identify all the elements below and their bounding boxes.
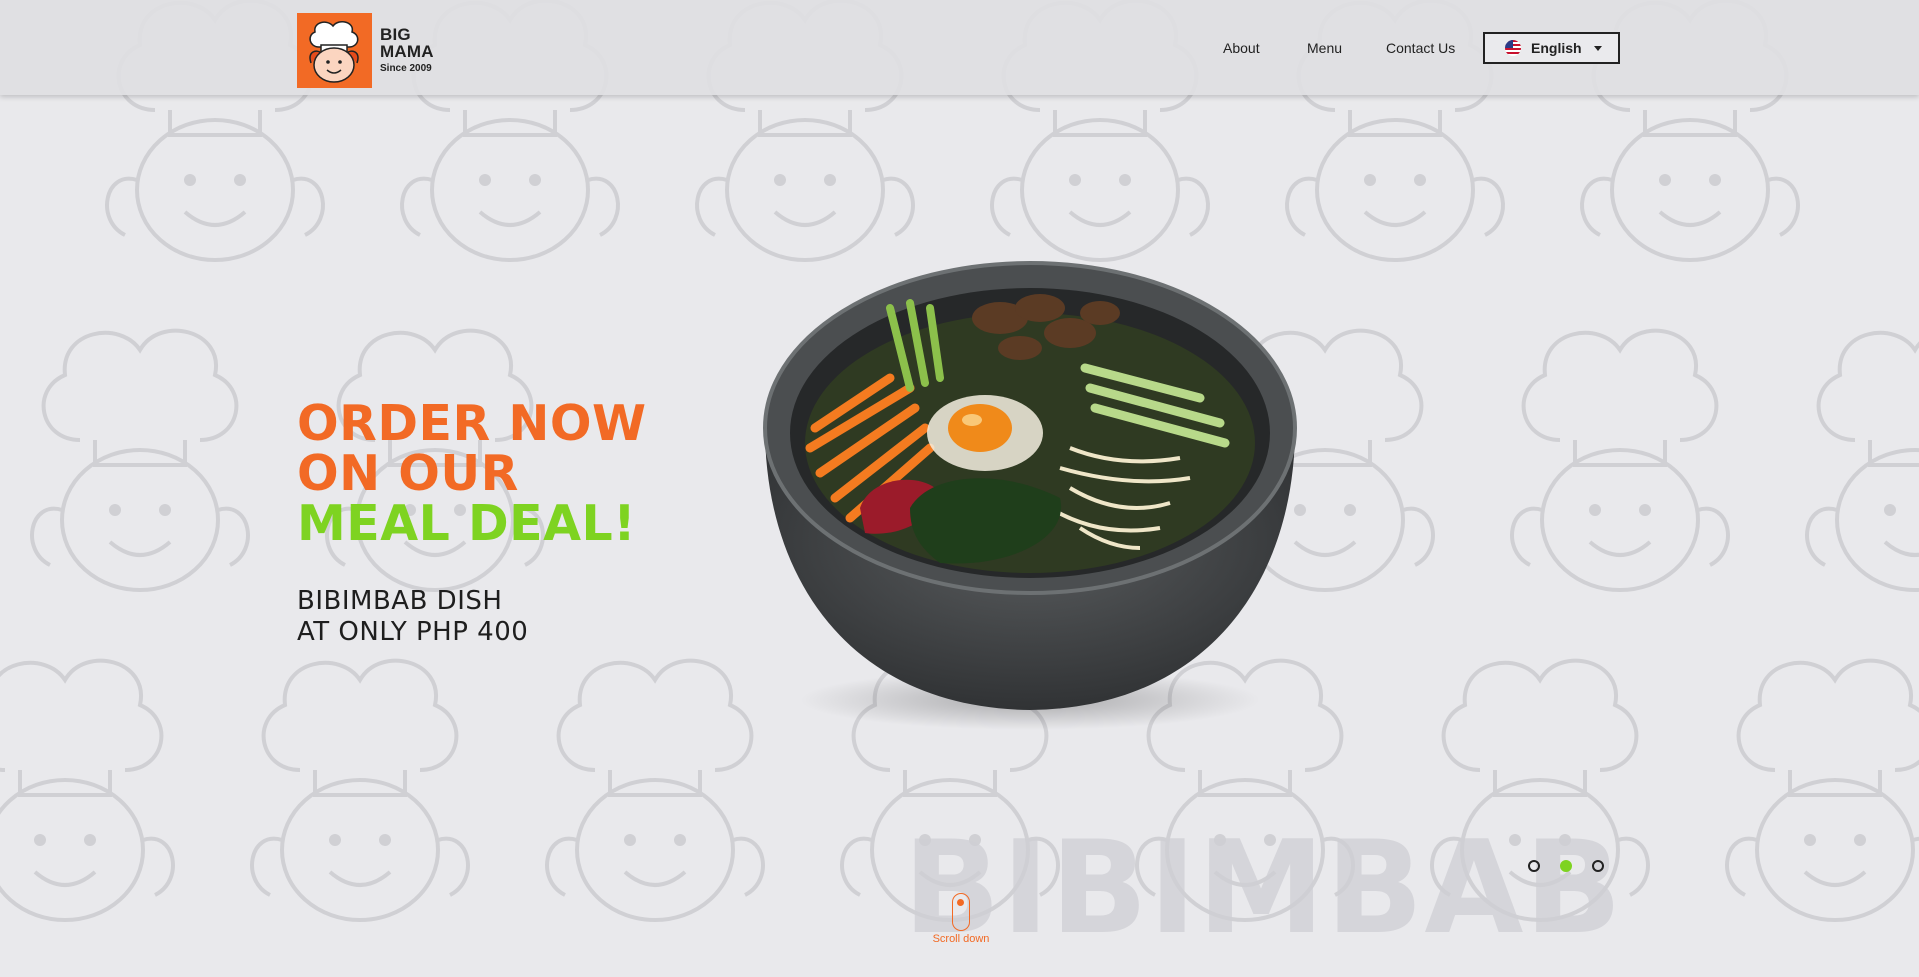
- scroll-down-label: Scroll down: [932, 933, 990, 945]
- bibimbap-bowl-image: [740, 248, 1310, 738]
- hero-headline-line3: MEAL DEAL!: [297, 495, 637, 552]
- hero-subheading-line2: AT ONLY PHP 400: [297, 617, 529, 647]
- chef-mascot-icon[interactable]: [297, 13, 372, 88]
- brand-name-line2: MAMA: [380, 42, 434, 61]
- hero-headline-line2: ON OUR: [297, 445, 519, 502]
- language-label: English: [1531, 40, 1582, 56]
- carousel-indicators: [1528, 860, 1604, 872]
- hero-headline-line1: ORDER NOW: [297, 395, 647, 452]
- hero-headline: ORDER NOW ON OUR MEAL DEAL!: [297, 399, 647, 549]
- nav-link-contact-us[interactable]: Contact Us: [1386, 40, 1455, 56]
- hero-watermark: BIBIMBAB: [903, 814, 1623, 963]
- hero-subheading: BIBIMBAB DISH AT ONLY PHP 400: [297, 586, 528, 648]
- us-flag-icon: [1505, 40, 1521, 56]
- brand-name-line1: BIG: [380, 25, 411, 44]
- carousel-dot-3[interactable]: [1592, 860, 1604, 872]
- nav-link-menu[interactable]: Menu: [1307, 40, 1342, 56]
- scroll-down-button[interactable]: Scroll down: [926, 893, 996, 945]
- mouse-wheel: [957, 899, 964, 906]
- brand-since: Since 2009: [380, 63, 432, 74]
- chevron-down-icon: [1593, 45, 1602, 51]
- mouse-icon: [952, 893, 970, 931]
- carousel-dot-1[interactable]: [1528, 860, 1540, 872]
- carousel-dot-2[interactable]: [1560, 860, 1572, 872]
- site-header: BIG MAMA Since 2009 About Menu Contact U…: [0, 0, 1919, 95]
- hero-subheading-line1: BIBIMBAB DISH: [297, 586, 503, 616]
- language-selector[interactable]: English: [1483, 32, 1620, 64]
- nav-link-about[interactable]: About: [1223, 40, 1260, 56]
- brand-name[interactable]: BIG MAMA Since 2009: [380, 26, 434, 76]
